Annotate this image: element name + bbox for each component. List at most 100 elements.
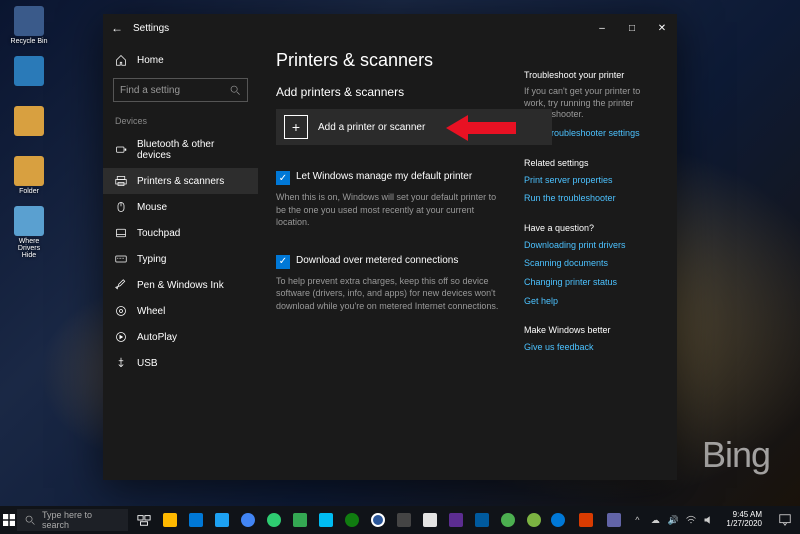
sidebar-item-label: AutoPlay — [137, 332, 177, 343]
help-link[interactable]: Get help — [524, 295, 659, 308]
sidebar-item-label: Mouse — [137, 202, 167, 213]
checkbox-label: Download over metered connections — [296, 255, 458, 266]
home-icon — [115, 54, 127, 66]
sidebar-item-bluetooth[interactable]: Bluetooth & other devices — [103, 132, 258, 168]
print-server-link[interactable]: Print server properties — [524, 174, 659, 187]
task-view-button[interactable] — [132, 506, 156, 534]
desktop-icon[interactable] — [10, 106, 48, 138]
search-icon — [230, 85, 241, 96]
home-nav[interactable]: Home — [103, 48, 258, 72]
sidebar-item-label: Pen & Windows Ink — [137, 280, 224, 291]
windows-logo-icon — [3, 514, 15, 526]
settings-window: ← Settings – □ ✕ Home Find a setting Dev… — [103, 14, 677, 480]
usb-icon — [115, 357, 127, 369]
taskbar-app[interactable] — [340, 506, 364, 534]
taskbar-app[interactable] — [470, 506, 494, 534]
mouse-icon — [115, 201, 127, 213]
sidebar-item-label: Printers & scanners — [137, 176, 224, 187]
setting-description: To help prevent extra charges, keep this… — [276, 275, 506, 313]
sidebar-item-label: USB — [137, 358, 158, 369]
taskbar-search[interactable]: Type here to search — [17, 509, 128, 531]
taskbar-app[interactable] — [602, 506, 626, 534]
taskbar-clock[interactable]: 9:45 AM 1/27/2020 — [720, 511, 768, 529]
bing-watermark: Bing — [702, 434, 770, 476]
setting-description: When this is on, Windows will set your d… — [276, 191, 506, 229]
autoplay-icon — [115, 331, 127, 343]
printer-icon — [115, 175, 127, 187]
rail-heading: Related settings — [524, 158, 659, 168]
rail-heading: Troubleshoot your printer — [524, 70, 659, 80]
taskbar-pinned-apps — [132, 506, 546, 534]
taskbar-app[interactable] — [236, 506, 260, 534]
start-button[interactable] — [0, 514, 17, 526]
desktop-icon[interactable]: Folder — [10, 156, 48, 195]
desktop-icon[interactable]: Where Drivers Hide — [10, 206, 48, 259]
sidebar-item-wheel[interactable]: Wheel — [103, 298, 258, 324]
taskbar-app[interactable] — [210, 506, 234, 534]
tray-volume-icon[interactable] — [702, 513, 716, 527]
category-label: Devices — [103, 112, 258, 132]
taskbar-app[interactable] — [418, 506, 442, 534]
desktop-icon[interactable]: Recycle Bin — [10, 6, 48, 45]
sidebar: Home Find a setting Devices Bluetooth & … — [103, 42, 258, 480]
sidebar-item-typing[interactable]: Typing — [103, 246, 258, 272]
main-content: Printers & scanners Add printers & scann… — [276, 48, 506, 470]
taskbar-app[interactable] — [366, 506, 390, 534]
taskbar-app[interactable] — [314, 506, 338, 534]
default-printer-checkbox[interactable]: ✓ Let Windows manage my default printer — [276, 171, 506, 185]
taskbar: Type here to search ^ ☁ 🔊 9:45 AM 1/27/2… — [0, 506, 800, 534]
close-button[interactable]: ✕ — [647, 14, 677, 42]
system-tray: ^ ☁ 🔊 9:45 AM 1/27/2020 — [546, 506, 800, 534]
rail-heading: Make Windows better — [524, 325, 659, 335]
help-link[interactable]: Downloading print drivers — [524, 239, 659, 252]
metered-download-checkbox[interactable]: ✓ Download over metered connections — [276, 255, 506, 269]
sidebar-item-pen[interactable]: Pen & Windows Ink — [103, 272, 258, 298]
bluetooth-icon — [115, 144, 127, 156]
maximize-button[interactable]: □ — [617, 14, 647, 42]
checkbox-checked-icon: ✓ — [276, 171, 290, 185]
taskbar-app[interactable] — [158, 506, 182, 534]
tray-wifi-icon[interactable] — [684, 513, 698, 527]
sidebar-item-touchpad[interactable]: Touchpad — [103, 220, 258, 246]
search-icon — [25, 515, 36, 526]
tray-icon[interactable]: ☁ — [648, 513, 662, 527]
tray-chevron-icon[interactable]: ^ — [630, 513, 644, 527]
add-printer-label: Add a printer or scanner — [318, 122, 425, 133]
back-button[interactable]: ← — [103, 21, 131, 35]
action-center-button[interactable] — [772, 506, 798, 534]
taskbar-app[interactable] — [392, 506, 416, 534]
tray-icon[interactable]: 🔊 — [666, 513, 680, 527]
sidebar-item-usb[interactable]: USB — [103, 350, 258, 376]
taskbar-app[interactable] — [288, 506, 312, 534]
taskbar-app[interactable] — [574, 506, 598, 534]
taskbar-app[interactable] — [546, 506, 570, 534]
taskbar-app[interactable] — [184, 506, 208, 534]
sidebar-item-label: Typing — [137, 254, 166, 265]
pen-icon — [115, 279, 127, 291]
taskbar-app[interactable] — [262, 506, 286, 534]
help-link[interactable]: Changing printer status — [524, 276, 659, 289]
search-input[interactable]: Find a setting — [113, 78, 248, 102]
taskbar-app[interactable] — [522, 506, 546, 534]
sidebar-item-label: Bluetooth & other devices — [137, 139, 246, 161]
home-label: Home — [137, 55, 164, 66]
sidebar-item-autoplay[interactable]: AutoPlay — [103, 324, 258, 350]
checkbox-checked-icon: ✓ — [276, 255, 290, 269]
window-title: Settings — [131, 23, 587, 34]
minimize-button[interactable]: – — [587, 14, 617, 42]
plus-icon: + — [284, 115, 308, 139]
feedback-link[interactable]: Give us feedback — [524, 341, 659, 354]
titlebar: ← Settings – □ ✕ — [103, 14, 677, 42]
add-printer-button[interactable]: + Add a printer or scanner — [276, 109, 552, 145]
desktop-icon[interactable] — [10, 56, 48, 88]
run-troubleshooter-link[interactable]: Run the troubleshooter — [524, 192, 659, 205]
taskbar-app[interactable] — [496, 506, 520, 534]
checkbox-label: Let Windows manage my default printer — [296, 171, 472, 182]
sidebar-item-printers[interactable]: Printers & scanners — [103, 168, 258, 194]
help-link[interactable]: Scanning documents — [524, 257, 659, 270]
search-placeholder: Find a setting — [120, 85, 224, 96]
section-heading: Add printers & scanners — [276, 85, 506, 99]
sidebar-item-mouse[interactable]: Mouse — [103, 194, 258, 220]
taskbar-app[interactable] — [444, 506, 468, 534]
touchpad-icon — [115, 227, 127, 239]
